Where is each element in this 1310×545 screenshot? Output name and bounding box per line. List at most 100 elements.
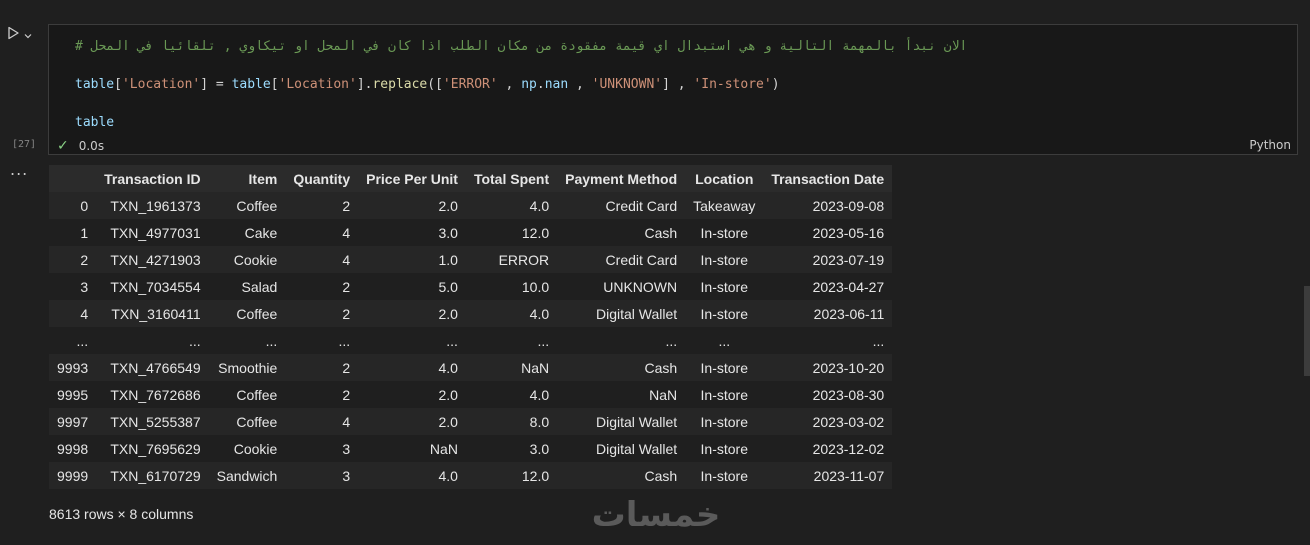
code-token: [ bbox=[270, 77, 279, 92]
column-header: Item bbox=[208, 165, 286, 192]
table-cell: 2 bbox=[285, 192, 359, 219]
table-cell: TXN_4766549 bbox=[96, 354, 209, 381]
table-cell: 4 bbox=[285, 408, 359, 435]
table-cell: Smoothie bbox=[208, 354, 286, 381]
table-cell: In-store bbox=[685, 246, 764, 273]
table-cell: TXN_5255387 bbox=[96, 408, 209, 435]
row-index: 3 bbox=[49, 273, 97, 300]
table-cell: TXN_4977031 bbox=[96, 219, 209, 246]
row-index: 9995 bbox=[49, 381, 97, 408]
cell-run-controls bbox=[6, 26, 32, 40]
table-cell: 2.0 bbox=[358, 381, 466, 408]
table-cell: 2023-09-08 bbox=[763, 192, 893, 219]
code-token: ) bbox=[771, 77, 780, 92]
table-cell: In-store bbox=[685, 408, 764, 435]
row-index: 9999 bbox=[49, 462, 97, 489]
table-cell: Digital Wallet bbox=[557, 300, 686, 327]
row-index: 0 bbox=[49, 192, 97, 219]
more-icon[interactable]: ... bbox=[10, 160, 28, 179]
table-cell: NaN bbox=[465, 354, 558, 381]
table-cell: 8.0 bbox=[465, 408, 558, 435]
table-cell: ... bbox=[358, 327, 466, 354]
code-token: 'In-store' bbox=[693, 77, 772, 92]
table-row: 9999 TXN_6170729 Sandwich 3 4.0 12.0 Cash In-st… bbox=[49, 462, 893, 489]
check-icon: ✓ bbox=[57, 138, 69, 154]
code-token: table bbox=[75, 115, 115, 130]
chevron-down-icon[interactable] bbox=[24, 29, 32, 39]
row-index: 9997 bbox=[49, 408, 97, 435]
column-header: Payment Method bbox=[557, 165, 686, 192]
table-cell: 2023-11-07 bbox=[763, 462, 893, 489]
code-token: np bbox=[521, 77, 537, 92]
code-token: ([ bbox=[427, 77, 443, 92]
table-cell: Digital Wallet bbox=[557, 408, 686, 435]
column-header: Transaction ID bbox=[96, 165, 209, 192]
table-header-row: Transaction ID Item Quantity Price Per Unit… bbox=[49, 165, 893, 192]
svg-text:خمسات: خمسات bbox=[592, 495, 721, 535]
column-header: Price Per Unit bbox=[358, 165, 466, 192]
table-cell: TXN_6170729 bbox=[96, 462, 209, 489]
table-cell: In-store bbox=[685, 300, 764, 327]
table-cell: 1.0 bbox=[358, 246, 466, 273]
table-cell: 10.0 bbox=[465, 273, 558, 300]
table-row: 9997 TXN_5255387 Coffee 4 2.0 8.0 Digital Wall… bbox=[49, 408, 893, 435]
table-cell: 3 bbox=[285, 462, 359, 489]
table-cell: Coffee bbox=[208, 192, 286, 219]
table-cell: TXN_7034554 bbox=[96, 273, 209, 300]
table-cell: 5.0 bbox=[358, 273, 466, 300]
code-cell[interactable]: # الان نبدأ بالمهمة التالية و هي استبدال… bbox=[48, 24, 1298, 155]
table-cell: 4.0 bbox=[358, 462, 466, 489]
table-cell: TXN_4271903 bbox=[96, 246, 209, 273]
code-token: table bbox=[231, 77, 271, 92]
language-picker[interactable]: Python bbox=[1249, 138, 1291, 152]
column-header: Quantity bbox=[285, 165, 359, 192]
table-cell: Cookie bbox=[208, 246, 286, 273]
execution-time: 0.0s bbox=[78, 139, 105, 153]
table-cell: Sandwich bbox=[208, 462, 286, 489]
column-header: Location bbox=[685, 165, 764, 192]
code-token: # الان نبدأ بالمهمة التالية و هي استبدال… bbox=[75, 39, 968, 54]
scrollbar-thumb[interactable] bbox=[1304, 286, 1310, 376]
row-index: 2 bbox=[49, 246, 97, 273]
table-cell: ... bbox=[465, 327, 558, 354]
table-row: 4 TXN_3160411 Coffee 2 2.0 4.0 Digital Wallet I… bbox=[49, 300, 893, 327]
column-header: Total Spent bbox=[465, 165, 558, 192]
code-editor[interactable]: # الان نبدأ بالمهمة التالية و هي استبدال… bbox=[75, 37, 967, 132]
code-line: table['Location'] = table['Location'].re… bbox=[75, 75, 967, 94]
table-cell: 4.0 bbox=[465, 300, 558, 327]
table-cell: TXN_1961373 bbox=[96, 192, 209, 219]
table-cell: Credit Card bbox=[557, 192, 686, 219]
table-cell: 4.0 bbox=[465, 381, 558, 408]
table-row: 1 TXN_4977031 Cake 4 3.0 12.0 Cash In-store 2023… bbox=[49, 219, 893, 246]
table-cell: 12.0 bbox=[465, 462, 558, 489]
table-cell: Cash bbox=[557, 462, 686, 489]
table-row: 9993 TXN_4766549 Smoothie 2 4.0 NaN Cash In-sto… bbox=[49, 354, 893, 381]
table-cell: 2 bbox=[285, 300, 359, 327]
play-icon[interactable] bbox=[6, 26, 20, 40]
code-token: 'ERROR' bbox=[442, 77, 498, 92]
table-cell: NaN bbox=[557, 381, 686, 408]
code-token: replace bbox=[372, 77, 428, 92]
table-row: 3 TXN_7034554 Salad 2 5.0 10.0 UNKNOWN In-store… bbox=[49, 273, 893, 300]
table-cell: Cake bbox=[208, 219, 286, 246]
table-row: 2 TXN_4271903 Cookie 4 1.0 ERROR Credit Card In… bbox=[49, 246, 893, 273]
code-token: ]. bbox=[356, 77, 373, 92]
cell-status: ✓ 0.0s bbox=[57, 138, 104, 154]
table-cell: NaN bbox=[358, 435, 466, 462]
code-token: [ bbox=[114, 77, 122, 92]
table-cell: ... bbox=[763, 327, 893, 354]
table-row: 0 TXN_1961373 Coffee 2 2.0 4.0 Credit Card Take… bbox=[49, 192, 893, 219]
dataframe-shape: 8613 rows × 8 columns bbox=[49, 506, 194, 522]
table-cell: ... bbox=[285, 327, 359, 354]
table-cell: ... bbox=[96, 327, 209, 354]
table-cell: Coffee bbox=[208, 300, 286, 327]
table-cell: In-store bbox=[685, 435, 764, 462]
column-header: Transaction Date bbox=[763, 165, 893, 192]
table-cell: 2.0 bbox=[358, 408, 466, 435]
table-row: 9995 TXN_7672686 Coffee 2 2.0 4.0 NaN In-store 2… bbox=[49, 381, 893, 408]
table-cell: Digital Wallet bbox=[557, 435, 686, 462]
table-cell: 2023-10-20 bbox=[763, 354, 893, 381]
table-cell: In-store bbox=[685, 273, 764, 300]
table-cell: 2.0 bbox=[358, 192, 466, 219]
